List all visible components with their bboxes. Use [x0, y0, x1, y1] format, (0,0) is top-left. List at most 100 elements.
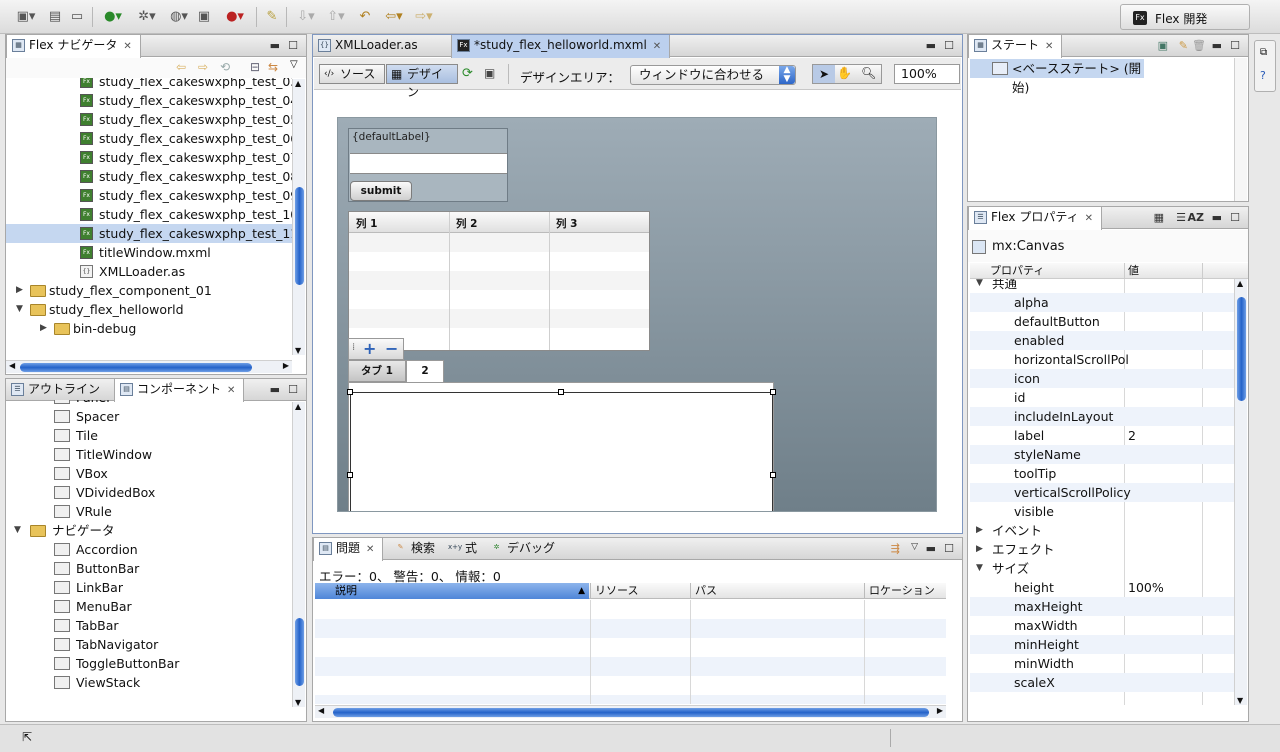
navigator-item[interactable]: ▶ bin-debug	[6, 319, 292, 338]
pan-tool-icon[interactable]: ✋	[837, 66, 852, 80]
maximize-icon[interactable]: ☐	[1230, 39, 1240, 52]
refresh-icon[interactable]: ⟳	[462, 66, 473, 81]
remove-icon[interactable]: −	[385, 339, 398, 358]
expand-triangle-icon[interactable]: ▼	[976, 279, 983, 293]
minimize-icon[interactable]: ▬	[1212, 39, 1222, 52]
data-grid[interactable]: 列 1 列 2 列 3	[348, 211, 650, 351]
up-icon[interactable]: ⟲	[220, 60, 230, 74]
form-component[interactable]: {defaultLabel} submit	[348, 128, 508, 202]
tab-2[interactable]: 2	[406, 360, 444, 383]
submit-button[interactable]: submit	[350, 181, 412, 201]
help-icon[interactable]: ?	[1260, 69, 1266, 82]
property-row[interactable]: label 2	[970, 426, 1236, 445]
maximize-icon[interactable]: ☐	[944, 542, 954, 555]
component-item[interactable]: LinkBar	[6, 578, 292, 597]
prev-annotation-icon[interactable]: ⇧▾	[322, 8, 350, 26]
collapse-all-icon[interactable]: ⊟	[250, 60, 260, 74]
tab-properties[interactable]: ☰ Flex プロパティ ✕	[968, 207, 1102, 230]
collapse-triangle-icon[interactable]: ▶	[976, 521, 983, 540]
component-category[interactable]: ▼ ナビゲータ	[6, 521, 292, 540]
view-menu-icon[interactable]: ▽	[911, 542, 918, 552]
resize-handle[interactable]	[770, 472, 776, 478]
component-item[interactable]: VBox	[6, 464, 292, 483]
maximize-icon[interactable]: ☐	[944, 39, 954, 52]
navigator-item[interactable]: Fx study_flex_cakeswxphp_test_11.m	[6, 224, 292, 243]
design-canvas[interactable]: {defaultLabel} submit 列 1 列 2 列 3 ⁞ + −	[337, 117, 937, 512]
profile-icon[interactable]: ◍▾	[164, 8, 194, 26]
minimize-icon[interactable]: ▬	[926, 542, 936, 555]
design-area-select[interactable]: ウィンドウに合わせる ▲ ▼	[630, 65, 796, 85]
delete-state-icon[interactable]: 🗑︎	[1192, 39, 1206, 52]
forward-icon[interactable]: ⇨	[198, 60, 208, 74]
tab-debug[interactable]: ✲ デバッグ	[485, 538, 563, 560]
navigator-item[interactable]: Fx study_flex_cakeswxphp_test_08.m	[6, 167, 292, 186]
close-icon[interactable]: ✕	[227, 385, 235, 396]
show-surrounding-icon[interactable]: ▣	[484, 66, 495, 80]
resize-handle[interactable]	[770, 389, 776, 395]
component-item[interactable]: Accordion	[6, 540, 292, 559]
category-view-icon[interactable]: ☰	[1176, 211, 1186, 224]
component-item[interactable]: VRule	[6, 502, 292, 521]
resize-handle[interactable]	[347, 389, 353, 395]
property-row[interactable]: maxWidth	[970, 616, 1236, 635]
fast-view-icon[interactable]: ⇱	[22, 730, 32, 744]
column-location[interactable]: ロケーション	[869, 583, 935, 599]
property-category[interactable]: ▶ イベント	[970, 521, 1236, 540]
expand-triangle-icon[interactable]: ▼	[976, 559, 983, 578]
new-state-icon[interactable]: ▣	[1158, 39, 1168, 52]
property-value[interactable]: 2	[1128, 426, 1136, 445]
column-resource[interactable]: リソース	[595, 583, 638, 599]
new-icon[interactable]: ▣▾	[12, 8, 40, 26]
select-tool-icon[interactable]: ➤	[813, 65, 835, 83]
minimize-icon[interactable]: ▬	[926, 39, 936, 52]
close-icon[interactable]: ✕	[1085, 213, 1093, 224]
perspective-button[interactable]: Fx Flex 開発	[1120, 4, 1250, 30]
component-item[interactable]: ViewStack	[6, 673, 292, 692]
component-item[interactable]: Tile	[6, 426, 292, 445]
navigator-item[interactable]: Fx study_flex_cakeswxphp_test_04.m	[6, 91, 292, 110]
grid-column-2[interactable]: 列 2	[456, 216, 477, 231]
expand-triangle-icon[interactable]: ▼	[14, 521, 21, 540]
close-icon[interactable]: ✕	[123, 41, 131, 52]
grid-column-3[interactable]: 列 3	[556, 216, 577, 231]
navigator-item[interactable]: ▶ study_flex_component_01	[6, 281, 292, 300]
problems-hscroll[interactable]: ◀ ▶	[315, 705, 946, 718]
view-menu-icon[interactable]: ▽	[290, 59, 298, 70]
back-icon[interactable]: ⇦▾	[380, 8, 408, 26]
property-row[interactable]: verticalScrollPolicy	[970, 483, 1236, 502]
tab-1[interactable]: タブ 1	[348, 360, 406, 382]
component-item[interactable]: ToggleButtonBar	[6, 654, 292, 673]
minimize-icon[interactable]: ▬	[1212, 211, 1222, 224]
property-row[interactable]: height 100%	[970, 578, 1236, 597]
minimize-icon[interactable]: ▬	[270, 383, 280, 396]
properties-vscroll[interactable]: ▲ ▼	[1234, 279, 1247, 705]
standard-view-icon[interactable]: ▦	[1154, 211, 1164, 224]
component-item[interactable]: ButtonBar	[6, 559, 292, 578]
last-edit-icon[interactable]: ↶	[354, 8, 376, 26]
debug-icon[interactable]: ✲▾	[132, 8, 162, 26]
navigator-item[interactable]: Fx study_flex_cakeswxphp_test_06.m	[6, 129, 292, 148]
property-row[interactable]: alpha	[970, 293, 1236, 312]
source-mode-button[interactable]: ‹/› ソース	[319, 64, 385, 84]
property-row[interactable]: icon	[970, 369, 1236, 388]
maximize-icon[interactable]: ☐	[1230, 211, 1240, 224]
alphabetical-view-icon[interactable]: AZ	[1188, 211, 1205, 224]
tab-search[interactable]: ✎ 検索	[389, 538, 443, 560]
component-item[interactable]: TabBar	[6, 616, 292, 635]
navigator-item[interactable]: Fx study_flex_cakeswxphp_test_09.m	[6, 186, 292, 205]
design-mode-button[interactable]: ▦ デザイン	[386, 64, 458, 99]
component-item[interactable]: MenuBar	[6, 597, 292, 616]
add-icon[interactable]: +	[363, 339, 376, 358]
close-icon[interactable]: ✕	[366, 544, 374, 555]
property-row[interactable]: maxHeight	[970, 597, 1236, 616]
property-row[interactable]: enabled	[970, 331, 1236, 350]
tab-helloworld-mxml[interactable]: Fx *study_flex_helloworld.mxml ✕	[451, 35, 671, 58]
property-value[interactable]: 100%	[1128, 578, 1164, 597]
column-description[interactable]: 説明 ▲	[315, 583, 589, 599]
edit-state-icon[interactable]: ✎	[1179, 39, 1188, 52]
component-item[interactable]: TitleWindow	[6, 445, 292, 464]
property-row[interactable]: id	[970, 388, 1236, 407]
zoom-tool-icon[interactable]: 🔍︎	[861, 66, 876, 80]
grid-column-1[interactable]: 列 1	[356, 216, 377, 231]
close-icon[interactable]: ✕	[653, 41, 661, 52]
